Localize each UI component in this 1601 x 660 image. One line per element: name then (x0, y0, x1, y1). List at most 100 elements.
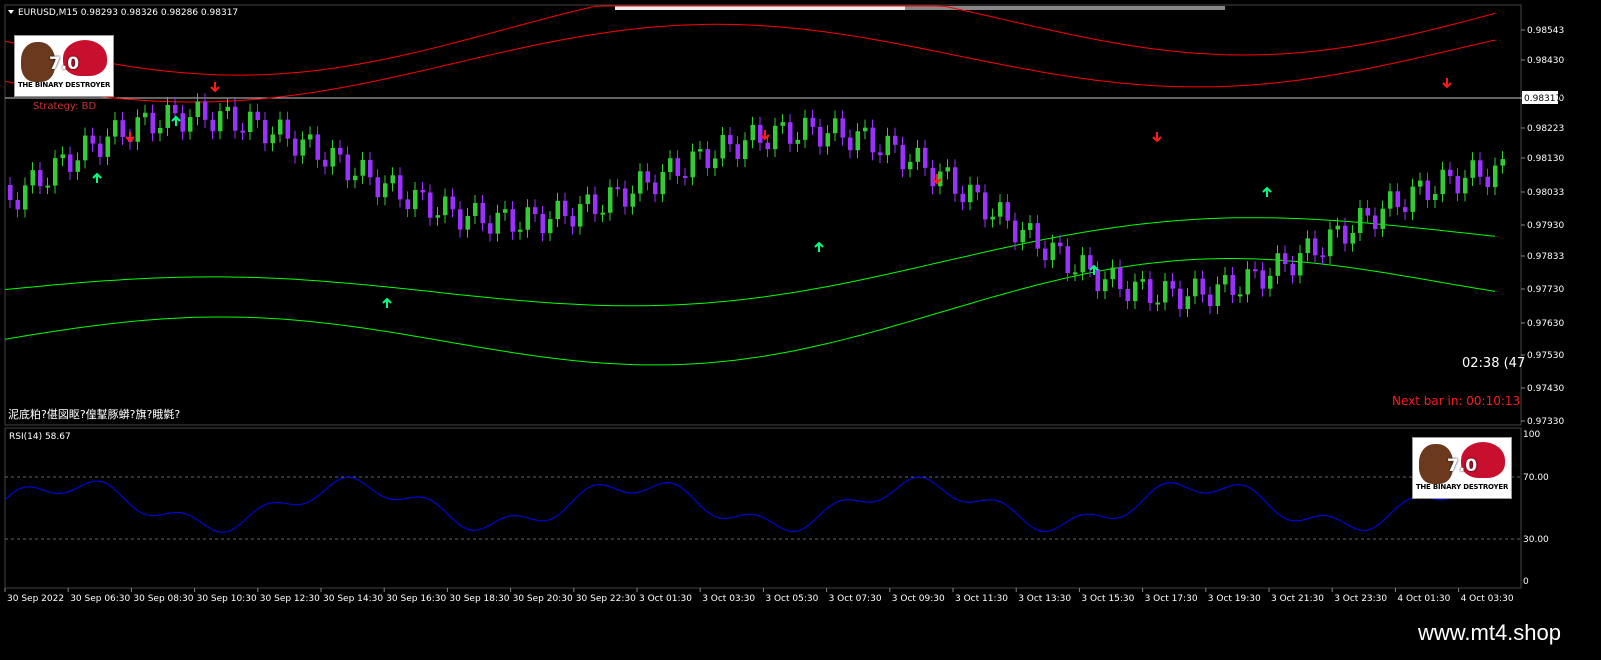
candle (1320, 255, 1325, 258)
candle (1020, 229, 1025, 243)
price-tick-label: 0.98130 (1527, 154, 1564, 164)
rsi-line-group (4, 476, 1488, 533)
candle (428, 192, 433, 218)
candle (368, 159, 373, 178)
candle (1013, 220, 1018, 243)
time-tick-label: 3 Oct 19:30 (1208, 594, 1261, 604)
scrollbar-thumb[interactable] (615, 6, 905, 10)
buy-arrow-icon (382, 297, 392, 308)
candle (810, 117, 815, 127)
candle (548, 219, 553, 234)
candle (1043, 248, 1048, 261)
candle (765, 142, 770, 150)
rsi-tick-30: 30.00 (1523, 535, 1549, 545)
candle (818, 126, 823, 147)
candle (413, 190, 418, 210)
candle (1275, 253, 1280, 276)
candle (503, 209, 508, 213)
rsi-panel (4, 427, 1522, 589)
candle (1365, 208, 1370, 216)
candle (135, 117, 140, 142)
price-tick-label: 0.97930 (1527, 221, 1564, 231)
current-price-label: 0.98317 (1524, 94, 1561, 104)
candle (795, 139, 800, 144)
candle (983, 192, 988, 220)
candle (255, 111, 260, 120)
candle (1193, 278, 1198, 297)
candle (240, 130, 245, 133)
candle (1110, 267, 1115, 280)
price-tick-label: 0.97430 (1527, 384, 1564, 394)
dropdown-triangle-icon[interactable] (8, 10, 14, 14)
candle (233, 106, 238, 131)
candle (615, 187, 620, 190)
candle (308, 134, 313, 140)
candle (863, 127, 868, 132)
candle (555, 200, 560, 220)
candle (630, 193, 635, 207)
candle (218, 111, 223, 132)
candle (323, 159, 328, 167)
candle (75, 160, 80, 172)
sell-arrow-icon (1442, 78, 1452, 89)
garbled-status-text: 泥底粕?偡図眍?偟鞤豚蟒?旗?睋氋? (8, 407, 180, 421)
candle (803, 117, 808, 140)
candle (435, 215, 440, 218)
candle (518, 229, 523, 232)
candle (30, 170, 35, 186)
candle (60, 154, 65, 159)
next-bar-timer: Next bar in: 00:10:13 (1392, 394, 1520, 408)
candle (1455, 176, 1460, 194)
footer-bar: www.mt4.shop (0, 614, 1601, 660)
candle (360, 159, 365, 176)
candle (893, 135, 898, 145)
candle (1140, 279, 1145, 282)
footer-url[interactable]: www.mt4.shop (1418, 620, 1561, 646)
candle (735, 144, 740, 160)
time-tick-label: 3 Oct 21:30 (1271, 594, 1324, 604)
candle (915, 147, 920, 162)
candle (210, 119, 215, 132)
candle (68, 154, 73, 172)
time-tick-label: 30 Sep 22:30 (576, 594, 636, 604)
candle (608, 187, 613, 213)
candle (878, 152, 883, 156)
candle (1223, 275, 1228, 285)
buy-arrow-icon (814, 241, 824, 252)
candle (390, 175, 395, 184)
candle (345, 154, 350, 181)
candle (705, 149, 710, 169)
candle (638, 171, 643, 194)
binary-destroyer-logo-rsi: 7.0 THE BINARY DESTROYER (1412, 437, 1512, 499)
candle (1050, 242, 1055, 261)
price-tick-label: 0.97833 (1527, 252, 1564, 262)
candle (690, 151, 695, 178)
candle (405, 199, 410, 210)
binary-destroyer-logo: 7.0 THE BINARY DESTROYER (14, 35, 114, 97)
candle (653, 182, 658, 195)
time-tick-label: 30 Sep 16:30 (386, 594, 446, 604)
candle (300, 139, 305, 156)
main-chart-panel (4, 4, 1522, 426)
price-tick-label: 0.98223 (1527, 124, 1564, 134)
candle (780, 122, 785, 126)
sell-arrow-icon (210, 82, 220, 93)
bands-group (4, 5, 1496, 366)
candle (1305, 238, 1310, 254)
trading-chart[interactable]: EURUSD,M15 0.98293 0.98326 0.98286 0.983… (0, 0, 1601, 660)
candle (1185, 296, 1190, 310)
candle (1313, 238, 1318, 256)
candle (668, 158, 673, 173)
candle (15, 200, 20, 210)
candles-group (8, 93, 1505, 318)
candle (1283, 253, 1288, 264)
time-tick-label: 3 Oct 11:30 (955, 594, 1008, 604)
logo-brand: THE BINARY DESTROYER (1415, 483, 1509, 491)
candle (1118, 267, 1123, 289)
candle (225, 106, 230, 112)
candle (900, 144, 905, 170)
candle (593, 194, 598, 214)
candle (1073, 272, 1078, 275)
price-axis: 0.985430.984300.983400.982230.981300.980… (1521, 26, 1564, 427)
candle (788, 122, 793, 144)
